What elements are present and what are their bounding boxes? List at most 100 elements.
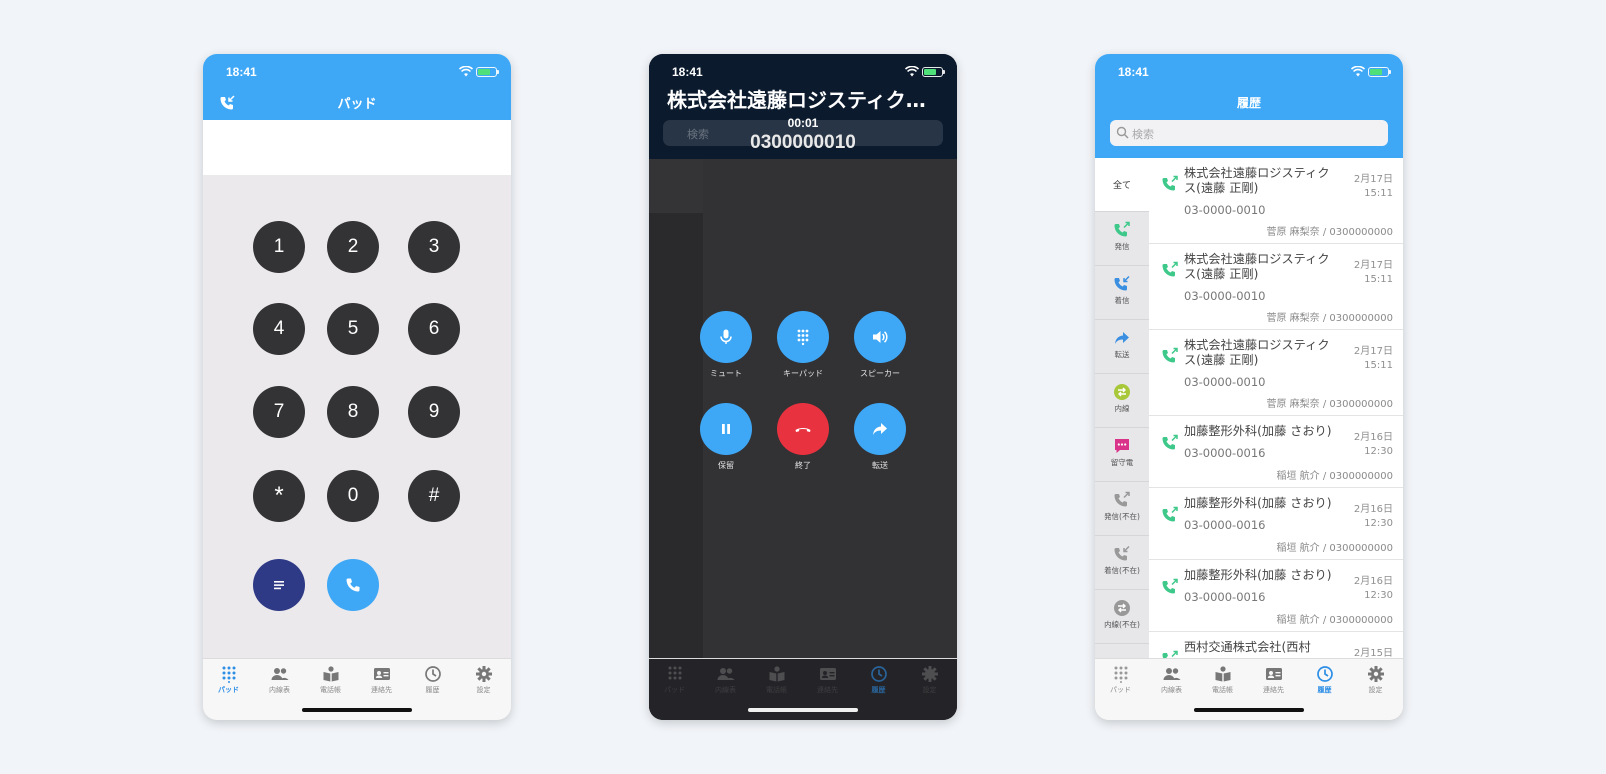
end-call-button[interactable] bbox=[777, 403, 829, 455]
contact-name: 株式会社遠藤ロジスティクス(遠藤 正剛) bbox=[1184, 166, 1330, 195]
key-8[interactable]: 8 bbox=[327, 386, 379, 438]
filter-outgoing-missed[interactable]: 発信(不在) bbox=[1095, 482, 1149, 536]
tab-label: パッド bbox=[1110, 686, 1131, 694]
dial-display[interactable] bbox=[203, 120, 511, 175]
outgoing-call-icon bbox=[1162, 506, 1178, 522]
filter-outgoing[interactable]: 発信 bbox=[1095, 212, 1149, 266]
contact-name: 加藤整形外科(加藤 さおり) bbox=[1184, 496, 1332, 510]
list-item[interactable]: 株式会社遠藤ロジスティクス(遠藤 正剛) 2月17日 15:11 03-0000… bbox=[1149, 244, 1403, 330]
contact-card-icon bbox=[1265, 668, 1282, 680]
people-icon bbox=[717, 668, 734, 680]
key-star[interactable]: * bbox=[253, 470, 305, 522]
clock-icon bbox=[1316, 666, 1333, 682]
filter-label: 全て bbox=[1112, 181, 1131, 191]
key-4[interactable]: 4 bbox=[253, 303, 305, 355]
key-3[interactable]: 3 bbox=[408, 221, 460, 273]
tab-history[interactable]: 履歴 bbox=[853, 665, 904, 695]
outgoing-call-icon bbox=[1114, 491, 1130, 507]
key-2[interactable]: 2 bbox=[327, 221, 379, 273]
tab-label: 連絡先 bbox=[1263, 686, 1284, 694]
tab-contacts[interactable]: 連絡先 bbox=[802, 665, 853, 695]
page-title: 履歴 bbox=[1236, 96, 1261, 110]
phone-number: 03-0000-0010 bbox=[1184, 289, 1266, 303]
filter-label: 発信 bbox=[1114, 242, 1130, 251]
status-time: 18:41 bbox=[226, 65, 257, 79]
tab-extensions[interactable]: 内線表 bbox=[1146, 665, 1197, 695]
key-7[interactable]: 7 bbox=[253, 386, 305, 438]
status-bar: 18:41 bbox=[1095, 54, 1403, 90]
filter-label: 留守電 bbox=[1110, 458, 1134, 467]
keypad-button[interactable] bbox=[777, 311, 829, 363]
key-0[interactable]: 0 bbox=[327, 470, 379, 522]
key-1[interactable]: 1 bbox=[253, 221, 305, 273]
tab-settings[interactable]: 設定 bbox=[1350, 665, 1401, 695]
filter-voicemail[interactable]: 留守電 bbox=[1095, 428, 1149, 482]
tab-phonebook[interactable]: 電話帳 bbox=[1197, 665, 1248, 695]
filter-extension-missed[interactable]: 内線(不在) bbox=[1095, 590, 1149, 644]
tab-label: 電話帳 bbox=[320, 686, 341, 694]
outgoing-call-icon bbox=[1162, 261, 1178, 277]
tab-label: 内線表 bbox=[715, 686, 736, 694]
tab-label: パッド bbox=[218, 686, 239, 694]
tab-label: 内線表 bbox=[1161, 686, 1182, 694]
operator-info: 稲垣 航介 / 0300000000 bbox=[1276, 615, 1393, 626]
tab-phonebook[interactable]: 電話帳 bbox=[305, 665, 356, 695]
end-call-label: 終了 bbox=[795, 461, 811, 470]
key-9[interactable]: 9 bbox=[408, 386, 460, 438]
memo-button[interactable] bbox=[253, 559, 305, 611]
filter-transfer[interactable]: 転送 bbox=[1095, 320, 1149, 374]
key-5[interactable]: 5 bbox=[327, 303, 379, 355]
list-item[interactable]: 株式会社遠藤ロジスティクス(遠藤 正剛) 2月17日 15:11 03-0000… bbox=[1149, 158, 1403, 244]
list-item[interactable]: 加藤整形外科(加藤 さおり) 2月16日 12:30 03-0000-0016 … bbox=[1149, 488, 1403, 560]
list-item[interactable]: 株式会社遠藤ロジスティクス(遠藤 正剛) 2月17日 15:11 03-0000… bbox=[1149, 330, 1403, 416]
tab-history[interactable]: 履歴 bbox=[407, 665, 458, 695]
filter-incoming-missed[interactable]: 着信(不在) bbox=[1095, 536, 1149, 590]
speaker-icon bbox=[873, 331, 888, 343]
people-icon bbox=[1163, 668, 1180, 680]
wifi-icon bbox=[1351, 66, 1365, 77]
filter-incoming[interactable]: 着信 bbox=[1095, 266, 1149, 320]
mute-button[interactable] bbox=[700, 311, 752, 363]
tab-history[interactable]: 履歴 bbox=[1299, 665, 1350, 695]
tab-pad[interactable]: パッド bbox=[203, 665, 254, 695]
tab-pad[interactable]: パッド bbox=[1095, 665, 1146, 695]
key-hash[interactable]: # bbox=[408, 470, 460, 522]
operator-info: 菅原 麻梨奈 / 0300000000 bbox=[1266, 399, 1393, 410]
book-icon bbox=[769, 666, 784, 682]
tab-phonebook[interactable]: 電話帳 bbox=[751, 665, 802, 695]
gear-icon bbox=[1367, 666, 1384, 682]
call-button[interactable] bbox=[327, 559, 379, 611]
battery-icon bbox=[922, 67, 945, 77]
pause-icon bbox=[722, 424, 730, 434]
status-time: 18:41 bbox=[1118, 65, 1149, 79]
tab-settings[interactable]: 設定 bbox=[458, 665, 509, 695]
dialpad-icon bbox=[222, 666, 235, 683]
gear-icon bbox=[921, 666, 938, 682]
tab-bar: パッド 内線表 電話帳 連絡先 履歴 設定 bbox=[1095, 658, 1403, 720]
tab-settings[interactable]: 設定 bbox=[904, 665, 955, 695]
dialpad-icon bbox=[1114, 666, 1127, 683]
tab-extensions[interactable]: 内線表 bbox=[254, 665, 305, 695]
contact-card-icon bbox=[373, 668, 390, 680]
call-time: 12:30 bbox=[1364, 518, 1393, 529]
tab-label: 設定 bbox=[922, 686, 937, 694]
list-item[interactable]: 加藤整形外科(加藤 さおり) 2月16日 12:30 03-0000-0016 … bbox=[1149, 416, 1403, 488]
tab-pad[interactable]: パッド bbox=[649, 665, 700, 695]
transfer-button[interactable] bbox=[854, 403, 906, 455]
tab-contacts[interactable]: 連絡先 bbox=[1248, 665, 1299, 695]
filter-label: 内線(不在) bbox=[1104, 620, 1140, 629]
people-icon bbox=[271, 668, 288, 680]
extension-icon bbox=[1114, 600, 1130, 616]
list-item[interactable]: 西村交通株式会社(西村 2月15日 bbox=[1149, 632, 1403, 658]
transfer-label: 転送 bbox=[872, 461, 888, 470]
list-item[interactable]: 加藤整形外科(加藤 さおり) 2月16日 12:30 03-0000-0016 … bbox=[1149, 560, 1403, 632]
wifi-icon bbox=[459, 66, 473, 77]
filter-extension[interactable]: 内線 bbox=[1095, 374, 1149, 428]
hold-button[interactable] bbox=[700, 403, 752, 455]
tab-contacts[interactable]: 連絡先 bbox=[356, 665, 407, 695]
tab-extensions[interactable]: 内線表 bbox=[700, 665, 751, 695]
filter-all[interactable]: 全て bbox=[1095, 158, 1149, 212]
search-input[interactable]: 検索 bbox=[1110, 120, 1388, 146]
speaker-button[interactable] bbox=[854, 311, 906, 363]
key-6[interactable]: 6 bbox=[408, 303, 460, 355]
